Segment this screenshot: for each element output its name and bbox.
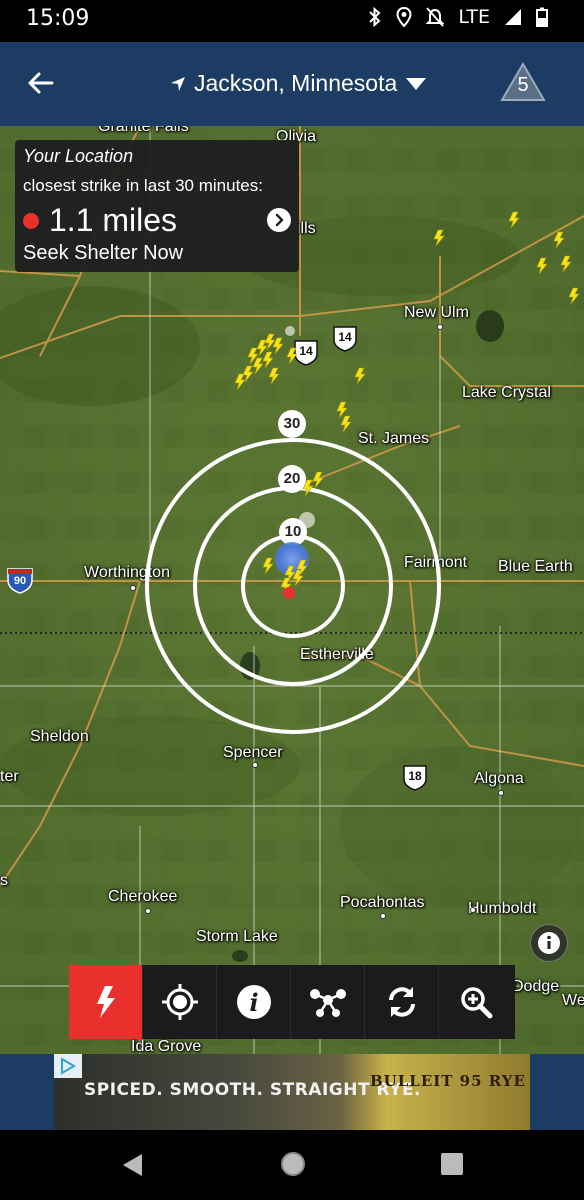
network-icon [309, 989, 346, 1017]
info-icon [538, 932, 560, 954]
info-button[interactable]: i [217, 965, 291, 1039]
svg-text:i: i [249, 988, 258, 1017]
lightning-tool-button[interactable] [69, 965, 143, 1039]
crosshair-icon [161, 984, 198, 1020]
chevron-right-icon[interactable] [267, 208, 291, 232]
zoom-in-icon [461, 987, 493, 1019]
notifications-off-icon [426, 7, 445, 27]
ad-choices-icon[interactable] [54, 1054, 82, 1078]
caret-down-icon [406, 77, 427, 90]
signal-icon [504, 8, 522, 26]
system-nav-bar [0, 1130, 584, 1200]
lightning-icon [96, 986, 115, 1018]
strike-distance: 1.1 miles [49, 202, 178, 238]
card-title: Your Location [23, 146, 134, 166]
ad-banner[interactable]: SPICED. SMOOTH. STRAIGHT RYE. BULLEIT 95… [54, 1054, 530, 1130]
status-icons: LTE [368, 6, 548, 28]
info-icon: i [236, 985, 271, 1019]
distance-row: 1.1 miles [23, 202, 177, 239]
home-nav-button[interactable] [279, 1150, 307, 1183]
ad-bar: SPICED. SMOOTH. STRAIGHT RYE. BULLEIT 95… [0, 1054, 584, 1130]
refresh-button[interactable] [365, 965, 439, 1039]
location-name: Jackson, Minnesota [194, 70, 398, 96]
map-toolbar: i [69, 965, 515, 1039]
location-selector[interactable]: Jackson, Minnesota [170, 70, 427, 97]
zoom-button[interactable] [439, 965, 513, 1039]
shelter-advice: Seek Shelter Now [23, 242, 184, 264]
back-nav-button[interactable] [120, 1152, 144, 1183]
status-time: 15:09 [26, 6, 90, 31]
network-button[interactable] [291, 965, 365, 1039]
back-triangle-icon [123, 1154, 142, 1176]
closest-strike-card[interactable]: Your Location closest strike in last 30 … [15, 140, 299, 272]
back-button[interactable] [24, 66, 58, 100]
ad-brand: BULLEIT 95 RYE [370, 1072, 526, 1090]
alert-count: 5 [517, 74, 529, 96]
home-circle-icon [281, 1152, 305, 1176]
closest-strike-marker [283, 587, 295, 599]
locate-button[interactable] [143, 965, 217, 1039]
network-type: LTE [458, 6, 490, 28]
navigation-arrow-icon [171, 76, 185, 91]
refresh-icon [388, 987, 415, 1017]
lightning-map[interactable]: Granite Falls Olivia New Ulm Lake Crysta… [0, 126, 584, 1054]
arrow-left-icon [28, 72, 54, 94]
map-info-button[interactable] [530, 924, 568, 962]
location-icon [396, 7, 412, 27]
recents-nav-button[interactable] [440, 1152, 464, 1181]
battery-icon [536, 7, 548, 27]
strike-dot-icon [23, 212, 39, 229]
status-bar: 15:09 LTE [0, 0, 584, 42]
recents-square-icon [441, 1153, 463, 1175]
screen: 15:09 LTE Jackson, Minnesota 5 Granite F… [0, 0, 584, 1200]
app-bar: Jackson, Minnesota 5 [0, 42, 584, 126]
alerts-button[interactable]: 5 [500, 62, 546, 104]
bluetooth-icon [368, 7, 382, 27]
card-subtitle: closest strike in last 30 minutes: [23, 176, 263, 195]
